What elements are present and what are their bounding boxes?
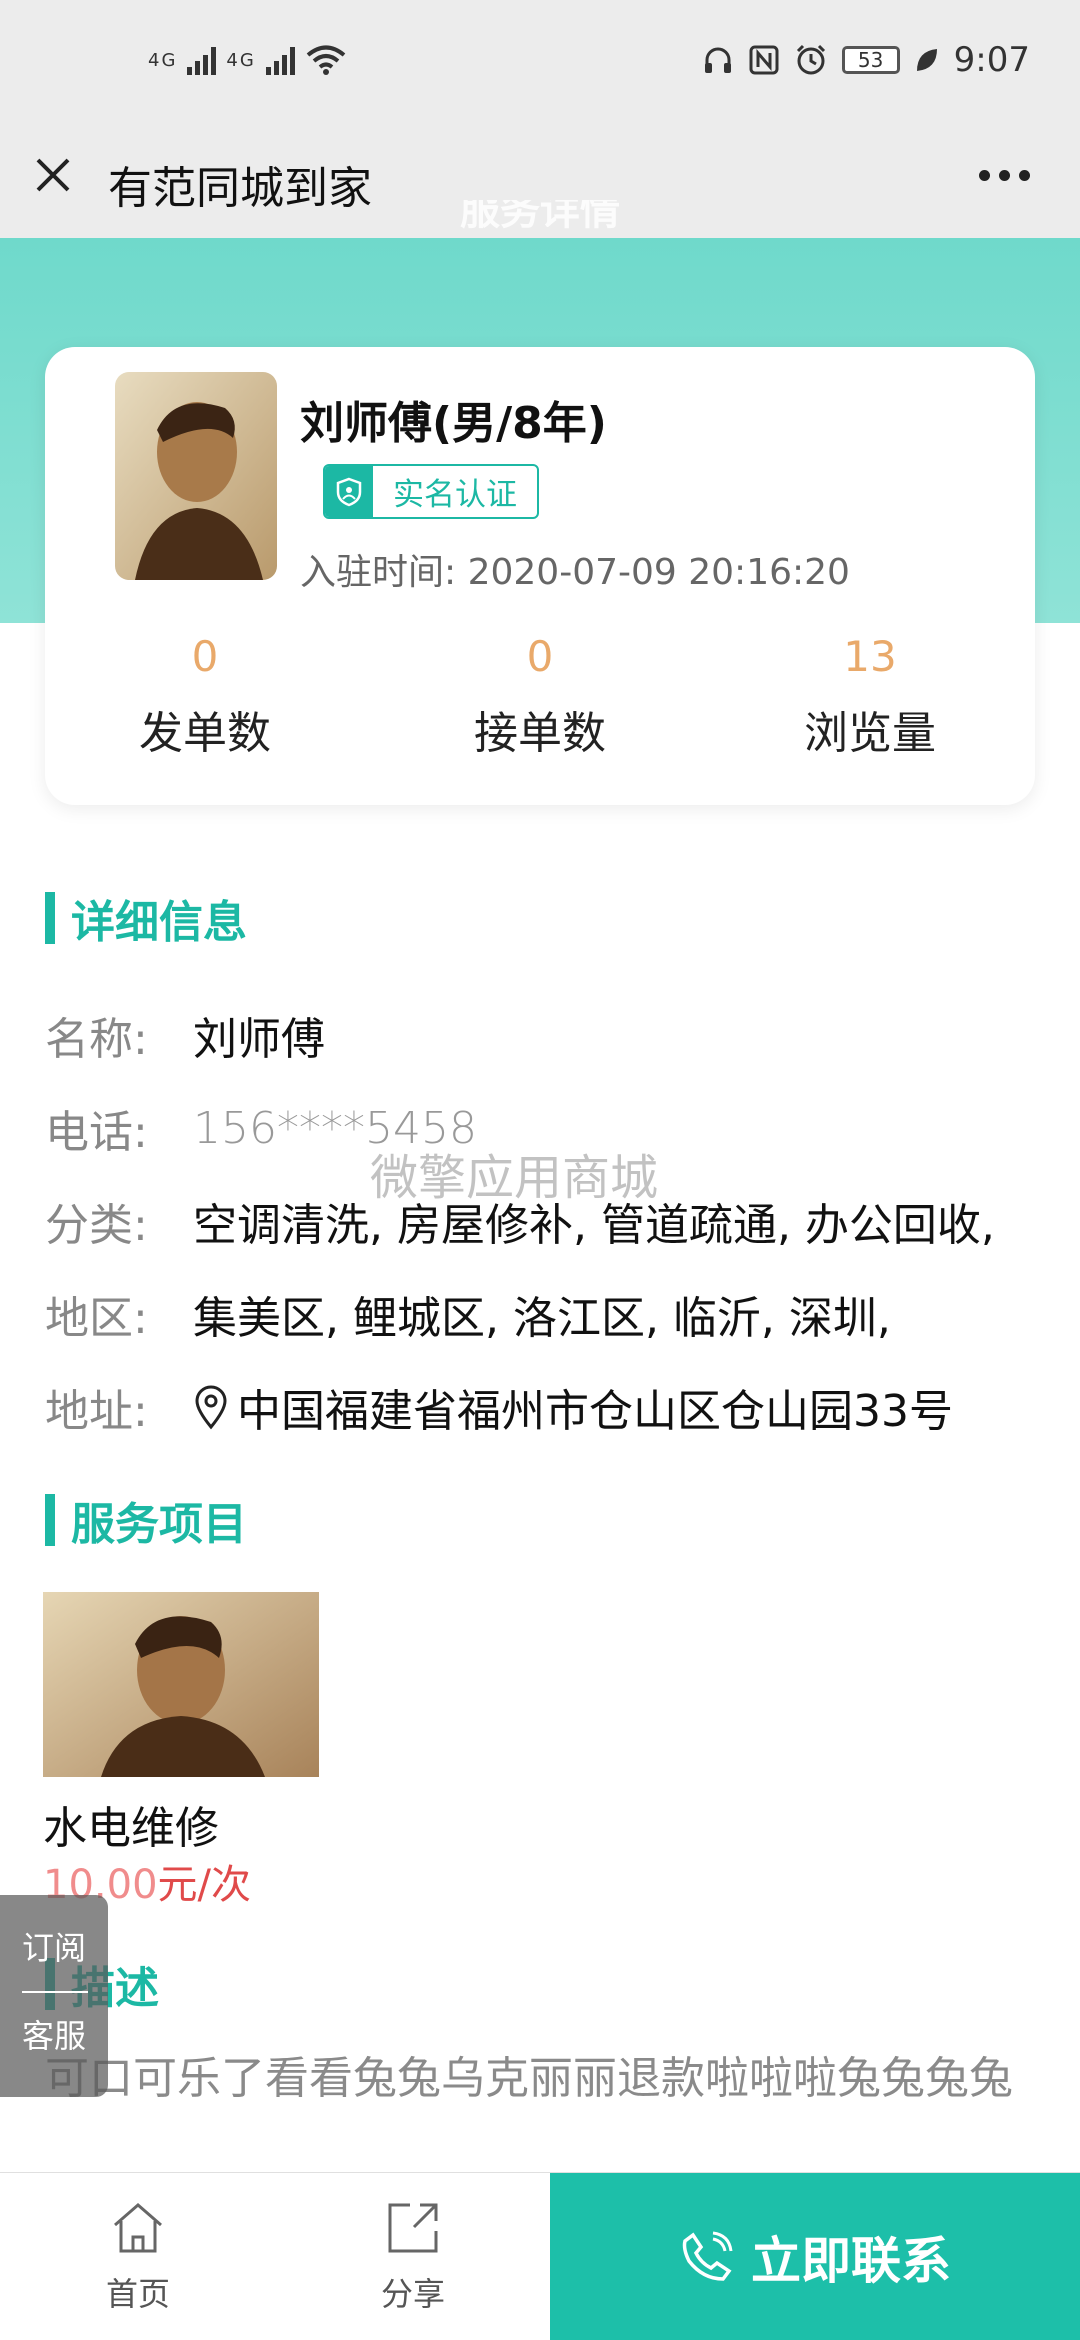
network-type-1: 4G: [148, 49, 178, 71]
signal-icon: [187, 45, 217, 75]
detail-row-address[interactable]: 地址: 中国福建省福州市仓山区仓山园33号: [45, 1375, 953, 1439]
phone-icon: [682, 2231, 733, 2281]
location-pin-icon: [195, 1385, 227, 1430]
shield-icon: [325, 466, 373, 517]
headphones-icon: [704, 47, 731, 73]
stat-value: 0: [526, 632, 554, 681]
watermark: 微擎应用商城: [370, 1150, 659, 1206]
verified-badge: 实名认证: [323, 464, 539, 519]
alarm-icon: [796, 44, 825, 75]
tab-share[interactable]: 分享: [313, 2173, 513, 2340]
verified-label: 实名认证: [393, 477, 517, 513]
avatar: [115, 372, 277, 580]
customer-service-button[interactable]: 客服: [22, 2011, 86, 2057]
share-icon: [388, 2203, 438, 2253]
signal-icon: [265, 45, 295, 75]
more-menu-icon[interactable]: [979, 170, 1030, 181]
home-icon: [114, 2203, 162, 2253]
section-services-heading: 服务项目: [45, 1488, 247, 1552]
network-indicators: 4G 4G: [148, 44, 347, 76]
stat-posted: 0 发单数: [95, 632, 315, 761]
detail-row-region: 地区: 集美区, 鲤城区, 洛江区, 临沂, 深圳,: [45, 1293, 891, 1344]
wifi-icon: [306, 45, 346, 75]
stat-value: 0: [191, 632, 219, 681]
leaf-icon: [916, 49, 937, 71]
contact-now-label: 立即联系: [751, 2232, 951, 2290]
service-image[interactable]: [43, 1592, 319, 1777]
battery-icon: 53: [841, 46, 900, 74]
detail-row-name: 名称: 刘师傅: [45, 1014, 325, 1065]
stat-label: 接单数: [474, 708, 606, 759]
status-bar: 4G 4G 53 9:07: [0, 0, 1080, 130]
stat-label: 浏览量: [804, 708, 936, 759]
battery-level: 53: [857, 48, 884, 72]
floating-side-tab: 订阅 客服: [0, 1895, 108, 2097]
system-indicators: 53 9:07: [702, 40, 1030, 80]
description-text: 可口可乐了看看兔兔乌克丽丽退款啦啦啦兔兔兔兔: [45, 2053, 1013, 2104]
bottom-action-bar: 首页 分享 立即联系: [0, 2172, 1080, 2340]
contact-now-button[interactable]: 立即联系: [550, 2173, 1080, 2340]
stat-label: 发单数: [139, 708, 271, 759]
network-type-2: 4G: [226, 49, 256, 71]
close-icon[interactable]: [28, 150, 78, 200]
nfc-icon: [749, 45, 779, 75]
subscribe-button[interactable]: 订阅: [22, 1923, 86, 1969]
tab-share-label: 分享: [380, 2275, 445, 2313]
tab-home[interactable]: 首页: [38, 2173, 238, 2340]
stat-value: 13: [843, 632, 897, 681]
stat-views: 13 浏览量: [760, 632, 980, 761]
tab-home-label: 首页: [105, 2275, 170, 2313]
service-name[interactable]: 水电维修: [43, 1792, 219, 1856]
profile-card: 刘师傅(男/8年) 实名认证 入驻时间: 2020-07-09 20:16:20…: [45, 347, 1035, 805]
clock: 9:07: [953, 40, 1030, 80]
join-time: 入驻时间: 2020-07-09 20:16:20: [300, 552, 850, 593]
banner-title: 服务详情: [460, 200, 620, 234]
section-detail-heading: 详细信息: [45, 886, 247, 950]
stat-accepted: 0 接单数: [430, 632, 650, 761]
worker-name: 刘师傅(男/8年): [300, 398, 607, 449]
